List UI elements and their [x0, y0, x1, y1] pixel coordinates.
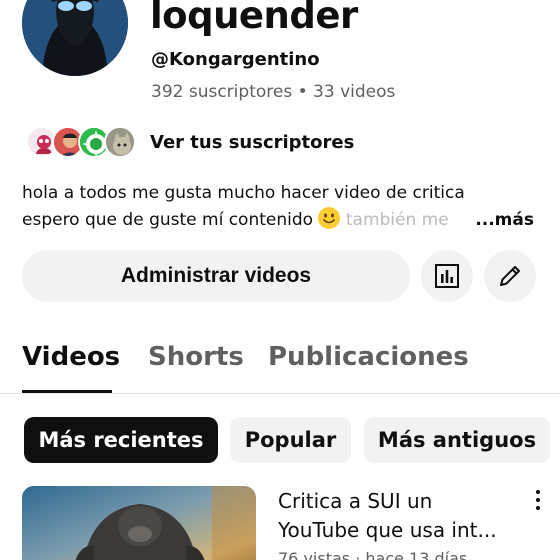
pencil-icon [500, 266, 520, 286]
manage-videos-button[interactable]: Administrar videos [22, 250, 410, 302]
filter-chip-recent[interactable]: Más recientes [24, 417, 218, 463]
video-title-line-1: Critica a SUI un [278, 489, 433, 513]
video-count: 33 videos [313, 82, 396, 102]
video-title[interactable]: Critica a SUI un YouTube que usa int... [278, 487, 523, 545]
channel-avatar[interactable] [22, 0, 128, 76]
subscriber-count: 392 suscriptores [151, 82, 293, 102]
video-thumbnail[interactable] [22, 486, 256, 560]
filter-chip-popular[interactable]: Popular [230, 417, 351, 463]
stats-separator: • [297, 82, 308, 102]
video-meta: 76 vistas · hace 13 días [278, 549, 468, 560]
avatar-image [22, 0, 128, 76]
smile-emoji-icon [318, 207, 341, 229]
description-text: espero que de guste mí contenido [22, 210, 314, 230]
subscriber-avatar-4 [104, 126, 136, 158]
description-line-2: espero que de guste mí contenido también… [22, 207, 542, 234]
tab-shorts[interactable]: Shorts [148, 342, 244, 372]
view-subscribers-link[interactable]: Ver tus suscriptores [150, 132, 354, 153]
active-tab-indicator [22, 390, 112, 393]
description-more-link[interactable]: ...más [453, 207, 534, 234]
view-subscribers-row[interactable]: Ver tus suscriptores [26, 124, 354, 160]
channel-name: loquender [150, 0, 358, 37]
channel-stats: 392 suscriptores • 33 videos [151, 82, 395, 102]
description-truncated-text: también me [345, 210, 449, 230]
channel-description[interactable]: hola a todos me gusta mucho hacer video … [22, 180, 542, 234]
channel-tabs: Videos Shorts Publicaciones [0, 338, 560, 394]
analytics-icon [435, 264, 459, 288]
video-more-options-icon[interactable] [528, 488, 548, 512]
channel-handle: @Kongargentino [151, 49, 320, 70]
tab-videos[interactable]: Videos [22, 342, 120, 372]
video-title-line-2: YouTube que usa int... [278, 518, 497, 542]
subscriber-avatars [26, 124, 140, 160]
description-line-1: hola a todos me gusta mucho hacer video … [22, 183, 465, 203]
video-thumbnail-image [22, 486, 256, 560]
tab-publicaciones[interactable]: Publicaciones [268, 342, 469, 372]
analytics-button[interactable] [421, 250, 473, 302]
edit-channel-button[interactable] [484, 250, 536, 302]
filter-chip-oldest[interactable]: Más antiguos [364, 417, 550, 463]
